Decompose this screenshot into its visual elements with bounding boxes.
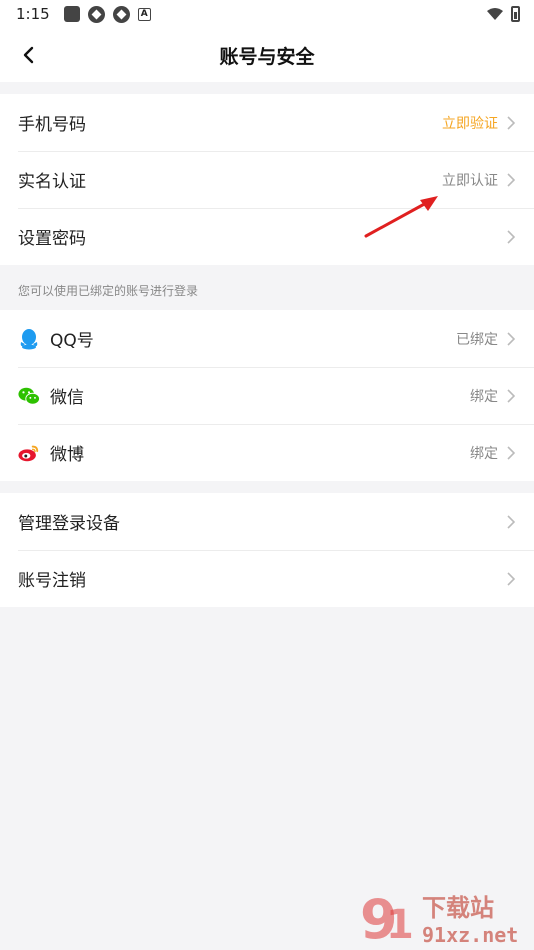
row-label: 管理登录设备 <box>18 514 120 534</box>
nav-header: 账号与安全 <box>0 28 534 82</box>
manage-devices-row[interactable]: 管理登录设备 <box>0 493 534 550</box>
chevron-right-icon <box>506 115 518 130</box>
row-value: 立即认证 <box>442 172 498 189</box>
svg-text:1: 1 <box>386 902 414 948</box>
app-notification-icon <box>87 5 105 23</box>
row-label: 微博 <box>50 445 84 465</box>
weibo-icon <box>18 442 40 464</box>
svg-text:91xz.net: 91xz.net <box>422 923 518 947</box>
chevron-right-icon <box>506 172 518 187</box>
app-notification-icon-2 <box>112 5 130 23</box>
row-label: 账号注销 <box>18 571 86 591</box>
annotation-arrow-icon <box>364 196 438 238</box>
device-account-group: 管理登录设备 账号注销 <box>0 493 534 607</box>
svg-text:下载站: 下载站 <box>422 894 494 922</box>
battery-icon <box>511 6 520 22</box>
phone-number-row[interactable]: 手机号码 立即验证 <box>0 94 534 151</box>
qq-row[interactable]: QQ号 已绑定 <box>0 310 534 367</box>
wechat-row[interactable]: 微信 绑定 <box>0 367 534 424</box>
row-value: 绑定 <box>470 388 498 405</box>
page-title: 账号与安全 <box>219 45 315 68</box>
chevron-right-icon <box>506 445 518 460</box>
chevron-right-icon <box>506 229 518 244</box>
real-name-auth-row[interactable]: 实名认证 立即认证 <box>0 151 534 208</box>
notification-icon <box>63 6 80 22</box>
back-button[interactable] <box>14 41 42 69</box>
status-bar: 1:15 A <box>0 0 534 28</box>
chevron-right-icon <box>506 388 518 403</box>
set-password-row[interactable]: 设置密码 <box>0 208 534 265</box>
row-label: 微信 <box>50 388 84 408</box>
row-label: QQ号 <box>50 331 94 351</box>
row-value: 立即验证 <box>442 115 498 132</box>
cancel-account-row[interactable]: 账号注销 <box>0 550 534 607</box>
row-label: 手机号码 <box>18 115 86 135</box>
row-value: 绑定 <box>470 445 498 462</box>
wifi-icon <box>487 8 503 20</box>
row-value: 已绑定 <box>456 331 498 348</box>
row-label: 设置密码 <box>18 229 86 249</box>
chevron-right-icon <box>506 571 518 586</box>
chevron-right-icon <box>506 514 518 529</box>
chevron-left-icon <box>23 46 34 64</box>
weibo-row[interactable]: 微博 绑定 <box>0 424 534 481</box>
wechat-icon <box>18 385 40 407</box>
security-group: 手机号码 立即验证 实名认证 立即认证 设置密码 <box>0 94 534 265</box>
status-time: 1:15 <box>16 5 50 23</box>
chevron-right-icon <box>506 331 518 346</box>
a-notification-icon: A <box>137 7 151 21</box>
linked-accounts-group: QQ号 已绑定 微信 绑定 微博 绑定 <box>0 310 534 481</box>
row-label: 实名认证 <box>18 172 86 192</box>
bind-hint-text: 您可以使用已绑定的账号进行登录 <box>18 284 199 298</box>
watermark-logo: 9 1 下载站 91xz.net <box>360 888 530 950</box>
qq-icon <box>18 328 40 350</box>
